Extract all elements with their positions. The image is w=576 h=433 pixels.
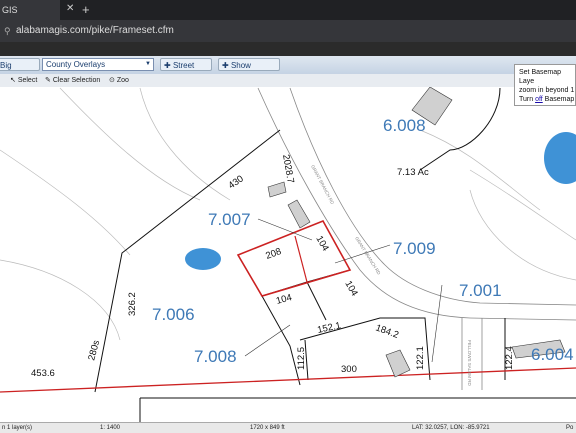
clear-icon: ✎ [45,77,53,84]
browser-tab-bar: GIS ✕ + [0,0,576,20]
extent-readout: 1720 x 849 ft [250,425,285,431]
close-tab-icon[interactable]: ✕ [66,3,74,14]
coordinate-readout: LAT: 32.0257, LON: -85.9721 [412,425,490,431]
basemap-notice: Set Basemap Laye zoom in beyond 1 Turn o… [514,64,576,106]
notice-text: Turn [519,96,536,103]
parcel-label[interactable]: 7.008 [194,347,237,366]
street-view-button[interactable]: ✚ Street View [160,58,212,83]
road-label: GRANT BRANCH RD [354,236,382,276]
street-view-icon: ✚ [164,61,173,70]
site-info-icon[interactable]: ⚲ [4,26,11,37]
map-toolbar: Big Results County Overlays ▼ ✚ Street V… [0,56,576,83]
map-svg[interactable]: 6.008 7.007 7.009 7.001 7.006 7.008 6.00… [0,86,576,422]
notice-line: Set Basemap Laye [519,69,562,85]
overlay-select[interactable]: County Overlays ▼ [42,58,154,71]
acreage-label: 7.13 Ac [397,167,429,178]
clear-selection-tool[interactable]: ✎ Clear Selection [45,75,100,86]
notice-line: zoom in beyond 1 [519,87,575,94]
dimension-label: 430 [226,173,245,191]
tool-strip: ↖ Select ✎ Clear Selection ⊙ Zoo [0,74,576,88]
bookmarks-bar [0,42,576,56]
dimension-label: 104 [313,234,330,253]
road-label: GRANT BRANCH RD [310,164,335,206]
basemap-off-link[interactable]: off [535,96,543,103]
scale-readout: 1: 1400 [100,425,121,431]
zoom-tool[interactable]: ⊙ Zoo [109,75,129,86]
browser-tab[interactable]: GIS [0,0,60,20]
parcel-lines [94,87,576,422]
layer-count: n 1 layer(s) [2,425,33,431]
parcel-label[interactable]: 7.007 [208,210,251,229]
notice-text: Basemap [542,96,575,103]
clear-selection-label: Clear Selection [52,77,101,84]
select-tool[interactable]: ↖ Select [10,75,37,86]
chevron-down-icon: ▼ [145,61,151,67]
show-legend-button[interactable]: ✚ Show Legend [218,58,280,83]
address-bar[interactable]: ⚲ alabamagis.com/pike/Frameset.cfm [0,20,576,42]
boundary-line [0,367,576,393]
notice-line: Turn off Basemap [519,95,575,104]
dimension-label: 104 [275,292,293,307]
dimension-label: 112.5 [296,347,307,370]
dimension-label: 122.1 [415,346,426,370]
dimension-label: 208 [264,246,283,262]
dimension-label: 2028.7 [280,154,296,185]
overlay-select-value: County Overlays [46,60,106,69]
dimension-label: 184.2 [374,322,400,340]
select-tool-label: Select [17,77,38,84]
parcel-divider [294,235,308,283]
new-tab-icon[interactable]: + [82,2,90,17]
dimension-label: 453.6 [31,368,55,379]
pond [544,132,576,184]
pond [185,248,221,270]
dimension-label: 326.2 [127,292,138,316]
dimension-label: 152.1 [316,320,342,336]
zoom-label: Zoo [116,77,129,84]
url-text: alabamagis.com/pike/Frameset.cfm [16,25,174,36]
legend-icon: ✚ [222,61,231,70]
cursor-icon: ↖ [10,77,18,84]
dimension-label: 280s [86,339,102,362]
status-bar: n 1 layer(s) 1: 1400 1720 x 849 ft LAT: … [0,422,576,433]
parcel-label[interactable]: 7.009 [393,239,436,258]
results-button[interactable]: Big Results [0,58,40,83]
tab-title: GIS [2,5,18,15]
dimension-label: 122.4 [504,346,515,370]
dimension-label: 104 [342,279,359,298]
selected-parcel[interactable] [236,219,352,297]
parcel-label[interactable]: 6.004 [531,345,574,364]
status-po: Po [566,425,574,431]
map-canvas[interactable]: 6.008 7.007 7.009 7.001 7.006 7.008 6.00… [0,86,576,422]
parcel-label[interactable]: 7.001 [459,281,502,300]
dimension-label: 300 [341,364,357,375]
road-label: FELLOWS SALEM RD [467,340,472,387]
parcel-label[interactable]: 7.006 [152,305,195,324]
parcel-label[interactable]: 6.008 [383,116,426,135]
zoom-icon: ⊙ [109,77,117,84]
